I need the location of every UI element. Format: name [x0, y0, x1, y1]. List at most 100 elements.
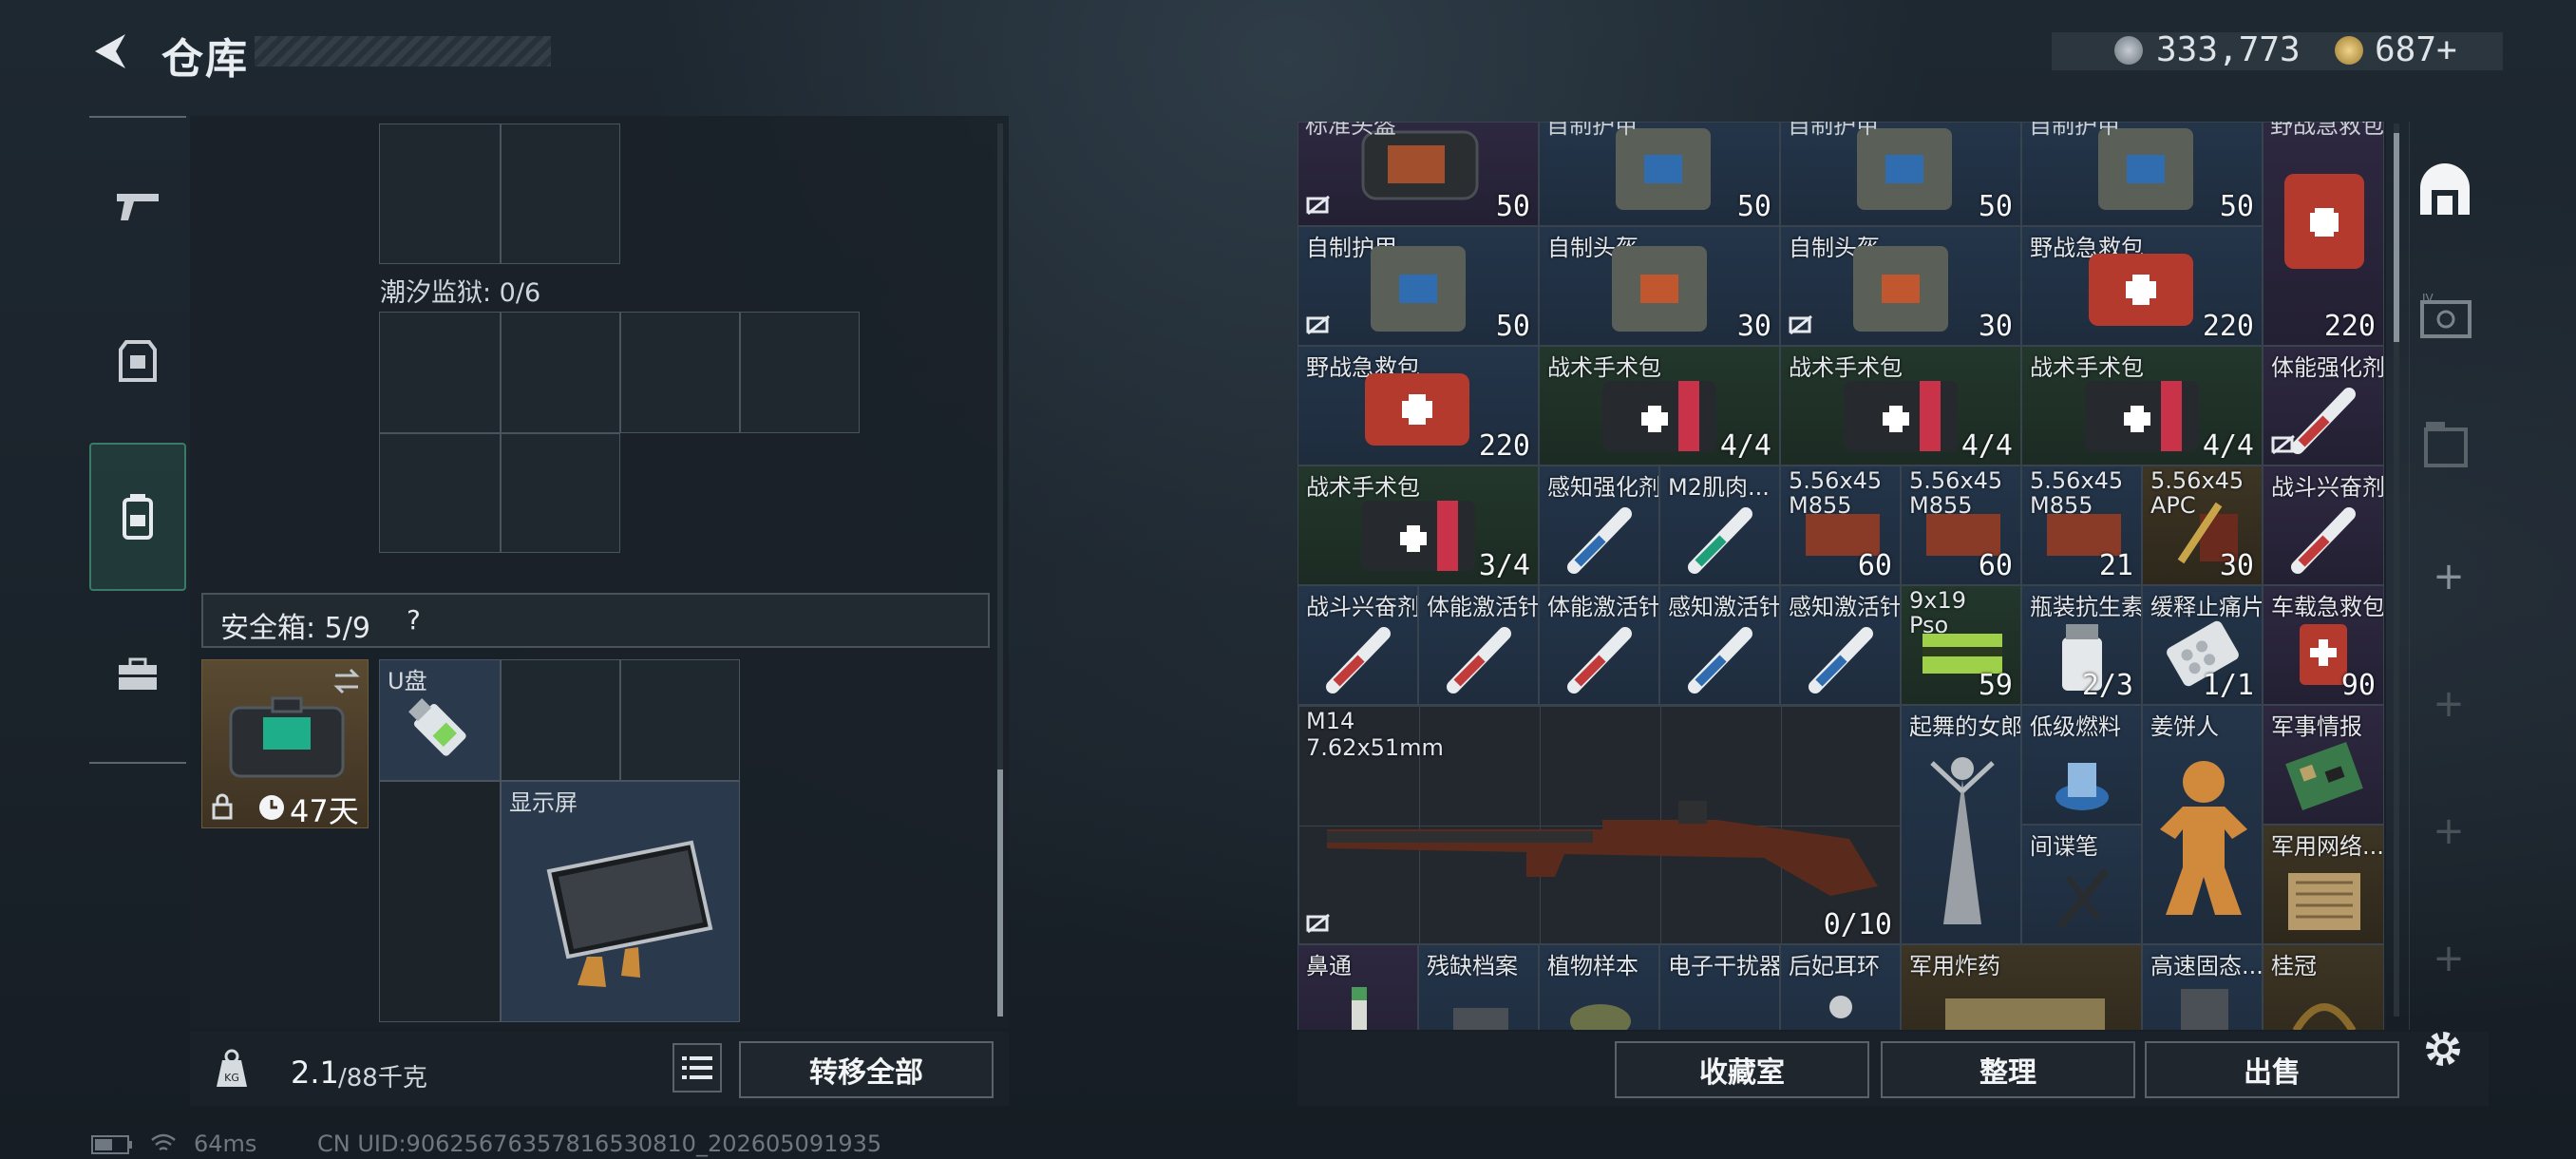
grid-item[interactable]: 战术手术包 3/4	[1297, 466, 1539, 585]
add-storage-icon[interactable]: +	[2428, 937, 2470, 980]
grid-item[interactable]: 感知激活针	[1780, 585, 1901, 705]
add-storage-icon[interactable]: +	[2428, 555, 2470, 598]
help-icon[interactable]: ?	[407, 604, 421, 636]
slot[interactable]	[501, 312, 620, 433]
item-name: 自制护甲	[2029, 122, 2120, 139]
right-scroll-thumb[interactable]	[2394, 133, 2399, 342]
grid-item[interactable]: 植物样本	[1539, 944, 1659, 1030]
grid-item[interactable]: 军用网络...	[2263, 825, 2384, 944]
helmet-icon	[1853, 246, 1948, 332]
no-insure-icon	[1306, 314, 1330, 335]
safe-box-duration: 47天	[290, 793, 359, 829]
grid-item[interactable]: 战术手术包 4/4	[1780, 346, 2021, 466]
document-icon	[1453, 1008, 1508, 1030]
armor-tab[interactable]	[89, 314, 186, 408]
grid-item[interactable]: 战斗兴奋剂	[2263, 466, 2384, 585]
transfer-all-button[interactable]: 转移全部	[739, 1041, 994, 1098]
swap-icon[interactable]	[331, 668, 362, 694]
grid-item[interactable]: 战斗兴奋剂	[1297, 585, 1418, 705]
grid-item[interactable]: 高速固态...	[2142, 944, 2263, 1030]
sell-button[interactable]: 出售	[2145, 1041, 2399, 1098]
grid-item[interactable]: 体能激活针	[1539, 585, 1659, 705]
add-storage-icon[interactable]: +	[2428, 809, 2470, 853]
item-name: 自制护甲	[1546, 122, 1638, 139]
slot[interactable]	[379, 124, 501, 264]
sort-button[interactable]: 整理	[1881, 1041, 2135, 1098]
grid-item[interactable]: 电子干扰器	[1659, 944, 1780, 1030]
spy-pen-icon	[2058, 869, 2108, 928]
grid-item[interactable]: 残缺档案	[1418, 944, 1539, 1030]
syringe-icon	[1688, 627, 1752, 694]
back-arrow-icon[interactable]	[87, 28, 133, 74]
grid-item[interactable]: 9x19 Pso 59	[1901, 585, 2021, 705]
gingerbread-icon	[2160, 761, 2247, 915]
grid-item[interactable]: 5.56x45 M855 60	[1780, 466, 1901, 585]
syringe-icon	[1809, 627, 1873, 694]
grid-item[interactable]: M2肌肉...	[1659, 466, 1780, 585]
grid-item[interactable]: 鼻通	[1297, 944, 1418, 1030]
grid-item[interactable]: 5.56x45 M855 60	[1901, 466, 2021, 585]
slot[interactable]	[379, 433, 501, 553]
storage-box-icon[interactable]: IV	[2418, 291, 2473, 342]
item-name: 标准头盔	[1305, 122, 1396, 139]
backpack-tab[interactable]	[89, 443, 186, 591]
first-aid-bag-icon	[2284, 174, 2364, 269]
slot[interactable]	[740, 312, 860, 433]
slot[interactable]	[620, 659, 740, 781]
grid-item[interactable]: 5.56x45 M855 21	[2021, 466, 2142, 585]
grid-item[interactable]: 低级燃料	[2021, 705, 2142, 825]
collection-room-button[interactable]: 收藏室	[1615, 1041, 1869, 1098]
surgery-kit-icon	[2085, 381, 2199, 451]
grid-item[interactable]: 起舞的女郎	[1901, 705, 2021, 944]
weapon-tab[interactable]	[89, 158, 186, 253]
slot[interactable]	[620, 312, 740, 433]
grid-item[interactable]: 瓶装抗生素 2/3	[2021, 585, 2142, 705]
grid-item[interactable]: 自制护甲 50	[1297, 226, 1539, 346]
slot[interactable]	[379, 781, 501, 1022]
grid-item[interactable]: 车载急救包 90	[2263, 585, 2384, 705]
grid-item[interactable]: 感知强化剂	[1539, 466, 1659, 585]
grid-item[interactable]: 后妃耳环	[1780, 944, 1901, 1030]
grid-item[interactable]: 军事情报	[2263, 705, 2384, 825]
toolbox-tab[interactable]	[89, 627, 186, 722]
warehouse-icon[interactable]	[2416, 163, 2473, 218]
list-icon	[682, 1056, 712, 1079]
currency-gold[interactable]: 687+	[2375, 30, 2457, 69]
grid-item[interactable]: 感知激活针	[1659, 585, 1780, 705]
grid-item[interactable]: 野战急救包 220	[2021, 226, 2263, 346]
helmet-icon	[1612, 246, 1707, 332]
usb-drive-item[interactable]: U盘	[379, 659, 501, 781]
safe-box-container[interactable]: 47天	[201, 659, 369, 829]
lock-icon	[212, 793, 233, 820]
surgery-kit-icon	[1844, 381, 1958, 451]
storage-box-icon[interactable]	[2422, 418, 2470, 469]
display-screen-item[interactable]: 显示屏	[501, 781, 740, 1022]
list-view-button[interactable]	[672, 1043, 722, 1092]
slot[interactable]	[379, 312, 501, 433]
grid-item[interactable]: 缓释止痛片 1/1	[2142, 585, 2263, 705]
grid-item[interactable]: 战术手术包 4/4	[1539, 346, 1780, 466]
grid-item[interactable]: 间谍笔	[2021, 825, 2142, 944]
slot[interactable]	[501, 433, 620, 553]
slot[interactable]	[501, 124, 620, 264]
add-storage-icon[interactable]: +	[2428, 682, 2470, 726]
grid-item[interactable]: 战术手术包 4/4	[2021, 346, 2263, 466]
grid-item[interactable]: 桂冠	[2263, 944, 2384, 1030]
grid-item[interactable]: 5.56x45 APC 30	[2142, 466, 2263, 585]
slot[interactable]	[501, 659, 620, 781]
grid-item[interactable]: 自制头盔 30	[1539, 226, 1780, 346]
fuel-can-icon	[2055, 763, 2109, 810]
m14-rifle-item[interactable]: M14 7.62x51mm 0/10	[1297, 705, 1901, 944]
grid-item[interactable]: 军用炸药	[1901, 944, 2142, 1030]
armor-vest-icon	[1371, 246, 1466, 332]
grid-item[interactable]: 220	[2263, 122, 2384, 346]
grid-item[interactable]: 体能激活针	[1418, 585, 1539, 705]
left-scroll-thumb[interactable]	[997, 770, 1003, 1016]
grid-item[interactable]: 姜饼人	[2142, 705, 2263, 944]
uid-text: CN UID:9062567635781653081​0_20260509193…	[317, 1130, 882, 1157]
settings-gear-icon[interactable]	[2420, 1026, 2466, 1072]
grid-item[interactable]: 自制头盔 30	[1780, 226, 2021, 346]
grid-item[interactable]: 野战急救包 220	[1297, 346, 1539, 466]
grid-item[interactable]: 体能强化剂	[2263, 346, 2384, 466]
warehouse-grid: 50 50 50 50 220 自制护甲 50 自制头盔 30 自制头盔 30 …	[1297, 122, 2386, 1030]
